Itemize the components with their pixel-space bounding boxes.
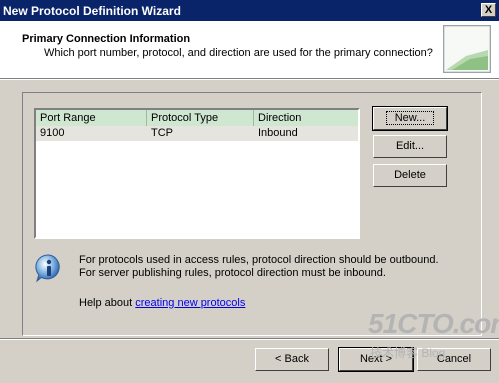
cell-direction: Inbound <box>258 127 298 139</box>
back-button[interactable]: < Back <box>255 348 329 371</box>
edit-button[interactable]: Edit... <box>373 135 447 158</box>
back-button-label: < Back <box>275 353 309 365</box>
close-button[interactable]: X <box>481 3 496 17</box>
cell-protocol-type: TCP <box>151 127 173 139</box>
title-bar: New Protocol Definition Wizard X <box>0 0 499 21</box>
help-link[interactable]: creating new protocols <box>135 297 245 309</box>
list-header: Port Range Protocol Type Direction <box>36 110 358 126</box>
next-button[interactable]: Next > <box>338 347 414 372</box>
info-icon <box>34 253 64 283</box>
info-line-1: For protocols used in access rules, prot… <box>79 254 439 266</box>
page-title: Primary Connection Information <box>22 33 191 45</box>
next-button-label: Next > <box>359 353 393 365</box>
table-row[interactable]: 9100 TCP Inbound <box>36 126 358 141</box>
cell-port-range: 9100 <box>40 127 65 139</box>
column-direction[interactable]: Direction <box>254 110 358 126</box>
window-title: New Protocol Definition Wizard <box>3 4 181 18</box>
protocol-list[interactable]: Port Range Protocol Type Direction 9100 … <box>34 108 360 239</box>
help-prefix: Help about <box>79 297 136 309</box>
delete-button-label: Delete <box>394 169 426 181</box>
column-protocol-type[interactable]: Protocol Type <box>147 110 254 126</box>
new-button[interactable]: New... <box>372 106 448 131</box>
wizard-logo-icon <box>443 25 491 73</box>
edit-button-label: Edit... <box>395 140 425 152</box>
footer-separator <box>0 338 499 340</box>
cancel-button-label: Cancel <box>436 353 472 365</box>
header-separator <box>0 78 499 80</box>
page-subtitle: Which port number, protocol, and directi… <box>44 47 433 59</box>
column-port-range[interactable]: Port Range <box>36 110 147 126</box>
delete-button[interactable]: Delete <box>373 164 447 187</box>
new-button-label: New... <box>385 111 435 125</box>
help-text: Help about creating new protocols <box>79 297 245 309</box>
info-line-2: For server publishing rules, protocol di… <box>79 267 386 279</box>
wizard-header: Primary Connection Information Which por… <box>0 21 499 78</box>
cancel-button[interactable]: Cancel <box>417 348 491 371</box>
info-text: For protocols used in access rules, prot… <box>79 254 439 280</box>
